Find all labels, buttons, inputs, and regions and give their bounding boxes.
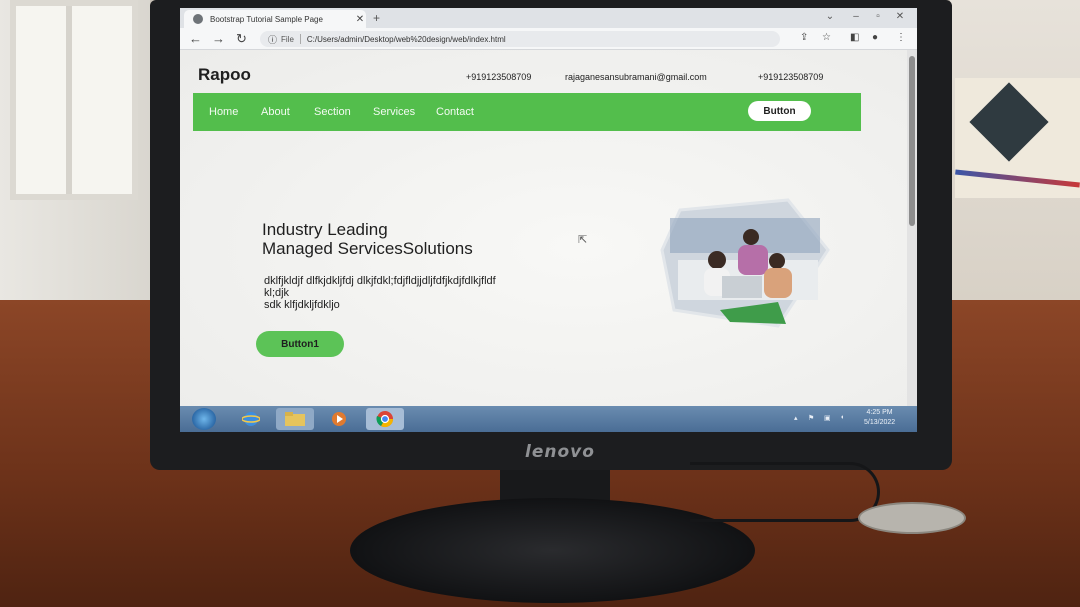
back-arrow-icon[interactable]: ← [189,31,202,46]
taskbar-clock[interactable]: 4:25 PM 5/13/2022 [864,408,895,428]
poster-diamond-shape [969,82,1049,162]
forward-arrow-icon[interactable]: → [212,31,225,46]
monitor-cable [690,462,880,522]
close-icon[interactable]: ✕ [354,14,366,25]
browser-tab-title: Bootstrap Tutorial Sample Page [210,14,323,24]
globe-icon [193,14,203,24]
media-player-icon[interactable] [320,408,358,430]
window-close-icon[interactable]: ✕ [894,11,906,23]
mouse-cursor-icon: ⇱ [578,234,588,246]
url-separator [299,34,301,44]
windows-taskbar: ▴ ⚑ ▣ ◖ 4:25 PM 5/13/2022 [180,406,917,432]
share-icon[interactable]: ⇪ [800,32,808,43]
menu-kebab-icon[interactable]: ⋮ [896,32,906,43]
desk-disc [858,502,966,534]
poster-stripe [955,169,1080,188]
chrome-icon[interactable] [366,408,404,430]
tray-arrow-icon[interactable]: ▴ [794,414,798,422]
monitor-screen: Bootstrap Tutorial Sample Page ✕ + ⌄ – ▫… [180,8,917,432]
header-phone-2: +919123508709 [758,72,824,82]
hero-title-line-2: Managed ServicesSolutions [262,239,473,258]
site-navbar: Home About Section Services Contact Butt… [193,93,861,131]
browser-address-bar: ← → ↻ ⓘ File C:/Users/admin/Desktop/web%… [180,28,917,50]
monitor-brand-logo: lenovo [525,442,595,462]
wall-poster [955,78,1080,198]
clock-date: 5/13/2022 [864,419,896,426]
start-button-windows-icon[interactable] [192,408,216,430]
bookmark-star-icon[interactable]: ☆ [822,32,831,43]
hero-text-line-3: sdk klfjdkljfdkljo [264,299,340,311]
nav-link-services[interactable]: Services [373,106,415,118]
site-logo[interactable]: Rapoo [198,65,251,85]
nav-link-about[interactable]: About [261,106,290,118]
nav-link-contact[interactable]: Contact [436,106,474,118]
internet-explorer-icon[interactable] [232,408,270,430]
chevron-down-icon[interactable]: ⌄ [824,11,836,23]
hero-button[interactable]: Button1 [256,331,344,357]
hero-team-photo [660,198,830,328]
tray-flag-icon[interactable]: ⚑ [808,414,814,422]
scrollbar-thumb[interactable] [909,56,915,226]
header-email: rajaganesansubramani@gmail.com [565,72,707,82]
clock-time: 4:25 PM [866,409,893,416]
hero-title-line-1: Industry Leading [262,220,388,239]
minimize-icon[interactable]: – [850,11,862,23]
nav-link-home[interactable]: Home [209,106,238,118]
url-protocol-label: File [281,34,294,44]
tray-volume-icon[interactable]: ◖ [840,414,844,421]
reload-icon[interactable]: ↻ [236,31,247,47]
header-phone-1: +919123508709 [466,72,532,82]
web-page: Rapoo +919123508709 rajaganesansubramani… [180,50,907,408]
browser-tab[interactable]: Bootstrap Tutorial Sample Page ✕ [184,10,366,28]
url-text: C:/Users/admin/Desktop/web%20design/web/… [306,34,506,44]
info-icon[interactable]: ⓘ [268,33,277,46]
browser-tab-bar: Bootstrap Tutorial Sample Page ✕ + ⌄ – ▫… [180,8,917,28]
file-explorer-icon[interactable] [276,408,314,430]
new-tab-icon[interactable]: + [373,11,380,25]
url-field[interactable]: ⓘ File C:/Users/admin/Desktop/web%20desi… [260,31,780,47]
side-panel-icon[interactable]: ◧ [850,32,859,43]
navbar-button[interactable]: Button [748,101,811,121]
hero-title: Industry Leading Managed ServicesSolutio… [262,220,473,258]
nav-link-section[interactable]: Section [314,106,351,118]
hero-text-line-1: dklfjkldjf dlfkjdkljfdj dlkjfdkl;fdjfldj… [264,275,496,287]
hero-text-line-2: kl;djk [264,287,290,299]
page-scrollbar[interactable] [907,50,917,408]
hero-text: dklfjkldjf dlfkjdkljfdj dlkjfdkl;fdjfldj… [264,275,614,311]
profile-icon[interactable]: ● [872,32,878,43]
maximize-icon[interactable]: ▫ [872,11,884,23]
tray-network-icon[interactable]: ▣ [824,414,831,422]
room-window [10,0,138,200]
